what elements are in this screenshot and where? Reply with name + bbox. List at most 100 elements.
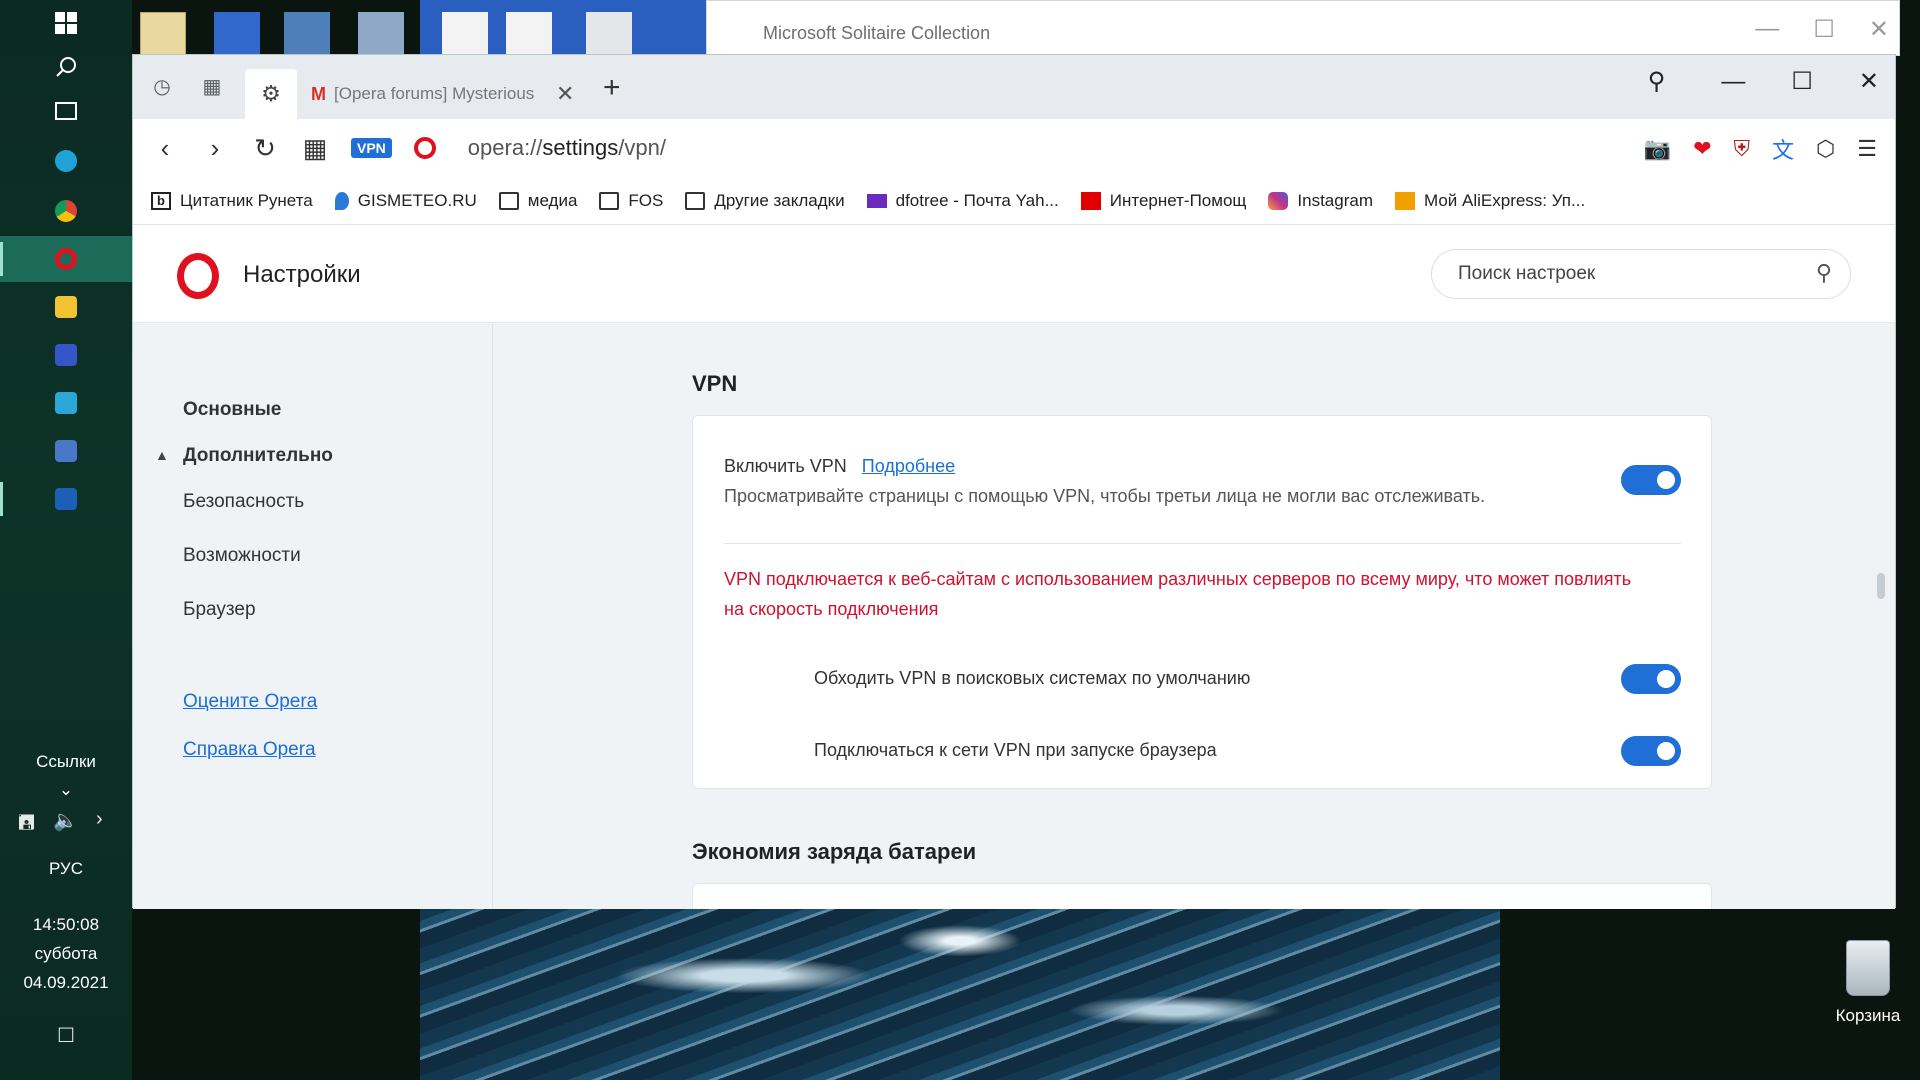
- bookmark-item[interactable]: b Цитатник Рунета: [151, 191, 313, 211]
- tabs-grid-icon[interactable]: ▦: [301, 133, 329, 164]
- search-icon[interactable]: [0, 44, 132, 90]
- recycle-bin[interactable]: Корзина: [1820, 940, 1916, 1026]
- enable-vpn-toggle[interactable]: [1621, 465, 1681, 495]
- tab-opera-forums[interactable]: M [Opera forums] Mysterious ✕: [297, 69, 581, 119]
- bookmark-label: медиа: [527, 190, 578, 210]
- windows-logo-icon[interactable]: [0, 0, 132, 46]
- page-title: Настройки: [243, 261, 361, 288]
- vpn-badge[interactable]: VPN: [351, 138, 392, 158]
- heart-icon[interactable]: ❤: [1693, 136, 1711, 162]
- browser-window[interactable]: ◷ ▦ ⚙ M [Opera forums] Mysterious ✕ + ⚲ …: [132, 54, 1896, 909]
- new-tab-button[interactable]: +: [603, 71, 621, 105]
- links-toolbar-label[interactable]: Ссылки: [0, 752, 132, 772]
- clock-time[interactable]: 14:50:08: [0, 910, 132, 939]
- opera-icon[interactable]: [0, 236, 132, 282]
- connect-on-start-label: Подключаться к сети VPN при запуске брау…: [814, 740, 1217, 760]
- scrollbar-thumb[interactable]: [1877, 573, 1885, 599]
- settings-main: VPN Включить VPN Подробнее Просматривайт…: [493, 323, 1895, 909]
- vpn-card: Включить VPN Подробнее Просматривайте ст…: [692, 415, 1712, 789]
- file-explorer-icon[interactable]: [0, 284, 132, 330]
- sidebar-item-features[interactable]: Возможности: [183, 545, 301, 567]
- learn-more-link[interactable]: Подробнее: [862, 456, 955, 476]
- remote-icon[interactable]: [0, 428, 132, 474]
- search-icon[interactable]: ⚲: [1816, 260, 1832, 286]
- enable-vpn-description: Просматривайте страницы с помощью VPN, ч…: [724, 486, 1486, 506]
- network-icon[interactable]: 🖪: [18, 808, 35, 842]
- gismeteo-icon: [334, 191, 349, 210]
- desktop-file-icon[interactable]: [442, 12, 488, 56]
- connect-on-start-toggle[interactable]: [1621, 736, 1681, 766]
- solitaire-icon[interactable]: [0, 476, 132, 522]
- bookmark-item[interactable]: dfotree - Почта Yah...: [866, 191, 1059, 211]
- bookmark-item[interactable]: Другие закладки: [685, 190, 845, 211]
- bookmark-item[interactable]: медиа: [498, 190, 578, 211]
- bookmark-label: Мой AliExpress: Уп...: [1423, 190, 1586, 210]
- wallpaper-ocean: [420, 906, 1500, 1080]
- bookmark-label: Instagram: [1297, 190, 1373, 210]
- save-icon[interactable]: [0, 332, 132, 378]
- divider: [724, 543, 1681, 544]
- close-tab-icon[interactable]: ✕: [556, 81, 574, 107]
- desktop-folder-icon[interactable]: [140, 12, 186, 56]
- history-icon[interactable]: ◷: [147, 71, 177, 101]
- store-icon[interactable]: [0, 380, 132, 426]
- tab-settings[interactable]: ⚙: [245, 69, 297, 119]
- bookmark-item[interactable]: Мой AliExpress: Уп...: [1394, 190, 1586, 211]
- bookmark-label: GISMETEO.RU: [357, 190, 477, 210]
- recycle-bin-icon: [1846, 940, 1890, 996]
- sidebar-item-basic[interactable]: Основные: [183, 399, 281, 421]
- bookmark-label: Цитатник Рунета: [180, 190, 313, 210]
- forward-button[interactable]: ›: [201, 133, 229, 164]
- sidebar-item-browser[interactable]: Браузер: [183, 599, 256, 621]
- edge-icon[interactable]: [0, 138, 132, 184]
- url-field[interactable]: opera://settings/vpn/: [468, 135, 666, 161]
- close-icon[interactable]: ✕: [1869, 15, 1889, 44]
- sidebar-item-security[interactable]: Безопасность: [183, 491, 304, 513]
- desktop-window-icon[interactable]: [214, 12, 260, 56]
- maximize-icon[interactable]: ☐: [1791, 67, 1813, 96]
- bypass-vpn-toggle[interactable]: [1621, 664, 1681, 694]
- sidebar-item-advanced[interactable]: Дополнительно: [183, 445, 333, 467]
- settings-search-input[interactable]: Поиск настроек ⚲: [1431, 249, 1851, 299]
- enable-vpn-row: Включить VPN Подробнее: [724, 456, 955, 477]
- desktop-laptop-icon[interactable]: [284, 12, 330, 56]
- desktop-settings-icon[interactable]: [586, 12, 632, 56]
- minimize-icon[interactable]: —: [1755, 15, 1779, 44]
- folder-icon: [599, 191, 620, 210]
- speed-dial-icon[interactable]: ▦: [197, 71, 227, 101]
- translate-icon[interactable]: 文: [1772, 133, 1794, 165]
- extensions-cube-icon[interactable]: ⬡: [1816, 136, 1835, 162]
- settings-body: Основные ▲ Дополнительно Безопасность Во…: [133, 323, 1895, 909]
- language-indicator[interactable]: РУС: [0, 854, 132, 883]
- chevron-right-icon[interactable]: ›: [96, 808, 103, 842]
- reload-button[interactable]: ↻: [251, 133, 279, 164]
- desktop-display-icon[interactable]: [358, 12, 404, 56]
- bookmark-item[interactable]: GISMETEO.RU: [334, 190, 477, 211]
- notifications-icon[interactable]: □: [0, 1020, 132, 1049]
- rate-opera-link[interactable]: Оцените Opera: [183, 691, 317, 713]
- solitaire-window[interactable]: Microsoft Solitaire Collection — ☐ ✕: [706, 0, 1900, 56]
- volume-icon[interactable]: 🔈: [53, 808, 78, 842]
- maximize-icon[interactable]: ☐: [1813, 15, 1835, 44]
- bookmark-label: FOS: [628, 190, 664, 210]
- easy-setup-icon[interactable]: ☰: [1857, 136, 1877, 162]
- ublock-icon[interactable]: ⛨: [1734, 136, 1751, 162]
- task-view-icon[interactable]: [0, 88, 132, 134]
- bookmark-item[interactable]: Instagram: [1268, 191, 1373, 211]
- opera-logo-icon[interactable]: [413, 137, 436, 159]
- back-button[interactable]: ‹: [151, 133, 179, 164]
- close-icon[interactable]: ✕: [1859, 67, 1879, 96]
- search-tabs-icon[interactable]: ⚲: [1648, 67, 1666, 96]
- bookmark-item[interactable]: Интернет-Помощ: [1080, 191, 1246, 211]
- chevron-down-icon[interactable]: ⌄: [0, 780, 132, 800]
- minimize-icon[interactable]: —: [1721, 68, 1745, 96]
- camera-icon[interactable]: 📷: [1644, 136, 1671, 162]
- chrome-icon[interactable]: [0, 188, 132, 234]
- recycle-bin-label: Корзина: [1835, 1006, 1901, 1025]
- opera-help-link[interactable]: Справка Opera: [183, 739, 316, 761]
- desktop-file-icon[interactable]: [506, 12, 552, 56]
- bookmark-label: Другие закладки: [714, 190, 845, 210]
- url-scheme: opera://: [467, 135, 543, 160]
- caret-up-icon[interactable]: ▲: [155, 447, 169, 463]
- bookmark-item[interactable]: FOS: [599, 191, 663, 211]
